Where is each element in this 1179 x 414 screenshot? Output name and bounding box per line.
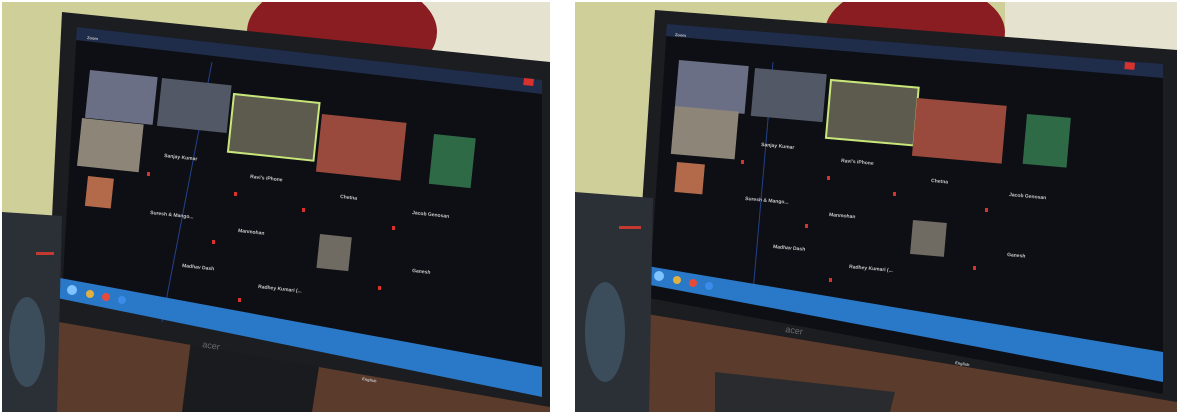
mic-muted-icon	[893, 192, 896, 196]
active-speaker-tile	[226, 92, 321, 162]
speaker-cone	[585, 282, 625, 382]
mic-muted-icon	[212, 240, 215, 244]
video-tile	[156, 78, 232, 134]
video-tile	[76, 118, 144, 173]
mic-muted-icon	[234, 192, 237, 196]
taskbar-folder-icon[interactable]	[86, 290, 94, 298]
taskbar-zoom-icon[interactable]	[118, 296, 126, 304]
mic-muted-icon	[378, 286, 381, 290]
video-tile	[674, 162, 705, 195]
video-tile	[84, 70, 158, 125]
mic-muted-icon	[805, 224, 808, 228]
mic-muted-icon	[973, 266, 976, 270]
photo-right: Zoom Sanjay Kumar Ravi's iPhone Chetna J…	[575, 2, 1177, 412]
mic-muted-icon	[147, 172, 150, 176]
taskbar-folder-icon[interactable]	[673, 276, 681, 284]
mic-muted-icon	[238, 298, 241, 302]
mic-muted-icon	[392, 226, 395, 230]
video-tile	[750, 68, 827, 123]
video-tile	[1022, 114, 1071, 168]
close-button[interactable]	[523, 78, 534, 87]
start-button[interactable]	[67, 285, 77, 295]
speaker-logo	[36, 252, 54, 255]
mic-muted-icon	[827, 176, 830, 180]
taskbar-zoom-icon[interactable]	[705, 282, 713, 290]
photo-left: Zoom Sanjay Kumar Ravi's iPhone Chetna J…	[2, 2, 550, 412]
active-speaker-tile	[824, 78, 920, 147]
mic-muted-icon	[741, 160, 744, 164]
start-button[interactable]	[654, 271, 664, 281]
video-tile	[674, 60, 749, 114]
video-tile	[84, 175, 114, 209]
taskbar-browser-icon[interactable]	[689, 279, 697, 287]
photo-left-scene: Zoom Sanjay Kumar Ravi's iPhone Chetna J…	[2, 2, 550, 412]
video-tile	[670, 106, 739, 160]
photo-right-scene: Zoom Sanjay Kumar Ravi's iPhone Chetna J…	[575, 2, 1177, 412]
taskbar-browser-icon[interactable]	[102, 293, 110, 301]
mic-muted-icon	[829, 278, 832, 282]
video-tile	[316, 234, 352, 272]
close-button[interactable]	[1124, 62, 1135, 70]
video-tile	[911, 98, 1007, 164]
mic-muted-icon	[302, 208, 305, 212]
video-tile	[910, 219, 947, 257]
video-tile	[428, 134, 476, 189]
speaker-logo	[619, 226, 641, 229]
window-title: Zoom	[675, 32, 687, 38]
mic-muted-icon	[985, 208, 988, 212]
speaker-cone	[9, 297, 45, 387]
video-tile	[315, 114, 407, 181]
